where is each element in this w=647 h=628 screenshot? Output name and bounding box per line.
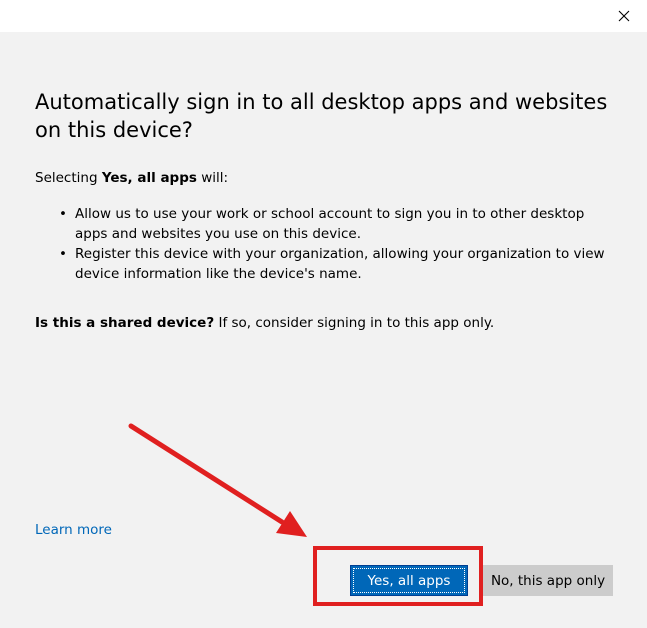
intro-prefix: Selecting — [35, 170, 102, 186]
yes-all-apps-button[interactable]: Yes, all apps — [350, 565, 468, 596]
intro-bold: Yes, all apps — [101, 170, 197, 186]
learn-more-link[interactable]: Learn more — [35, 521, 112, 540]
consequence-list: Allow us to use your work or school acco… — [59, 204, 619, 284]
list-item: Allow us to use your work or school acco… — [59, 204, 619, 244]
close-icon — [618, 10, 630, 22]
no-this-app-only-button[interactable]: No, this app only — [483, 565, 613, 596]
intro-suffix: will: — [196, 170, 229, 186]
shared-advice: If so, consider signing in to this app o… — [214, 315, 495, 331]
title-bar — [0, 0, 647, 32]
shared-question: Is this a shared device? — [35, 315, 215, 331]
dialog-heading: Automatically sign in to all desktop app… — [35, 90, 608, 142]
list-item: Register this device with your organizat… — [59, 244, 619, 284]
shared-device-note: Is this a shared device? If so, consider… — [35, 314, 494, 333]
close-button[interactable] — [601, 0, 647, 32]
intro-text: Selecting Yes, all apps will: — [35, 169, 228, 188]
